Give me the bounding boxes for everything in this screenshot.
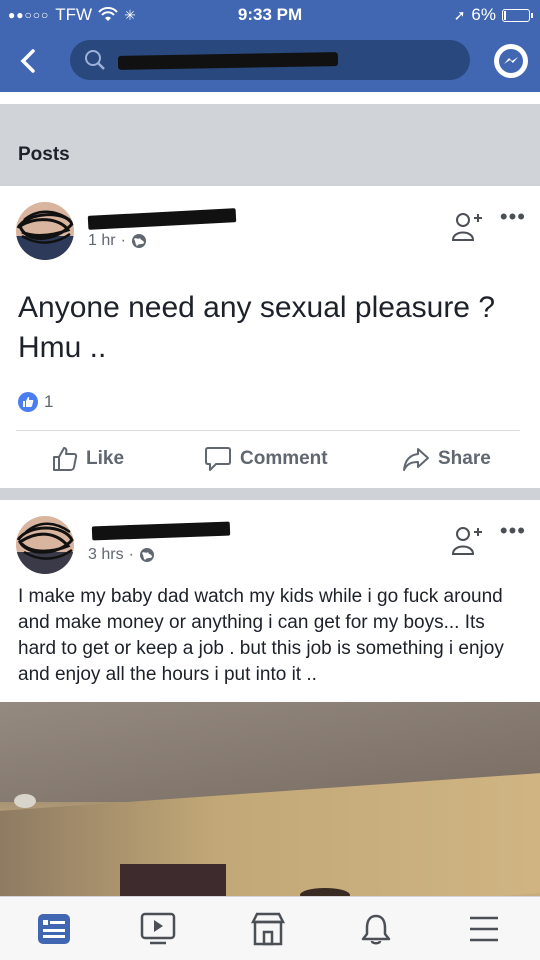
globe-icon bbox=[131, 234, 146, 248]
post-text: Anyone need any sexual pleasure ? Hmu .. bbox=[18, 291, 496, 364]
tab-watch[interactable] bbox=[138, 911, 178, 947]
top-separator bbox=[0, 92, 540, 104]
menu-icon bbox=[470, 916, 498, 942]
nav-bar bbox=[0, 38, 540, 84]
top-bar: ●●○○○ TFW ✳ 9:33 PM ➚ 6% bbox=[0, 0, 540, 92]
divider bbox=[16, 430, 520, 431]
search-text-redacted bbox=[117, 52, 339, 70]
comment-button[interactable]: Comment bbox=[204, 446, 328, 472]
like-label: Like bbox=[86, 448, 125, 469]
watch-icon bbox=[140, 912, 176, 945]
add-friend-icon[interactable] bbox=[452, 524, 482, 558]
post-actions: Like Comment Share bbox=[0, 442, 540, 478]
post-text: I make my baby dad watch my kids while i… bbox=[18, 586, 504, 685]
avatar[interactable] bbox=[16, 202, 74, 260]
post-time: 1 hr bbox=[88, 232, 116, 249]
tab-news-feed[interactable] bbox=[34, 911, 74, 947]
messenger-button[interactable] bbox=[494, 44, 528, 78]
search-icon bbox=[85, 50, 105, 70]
marketplace-icon bbox=[250, 912, 286, 946]
news-feed-icon bbox=[38, 914, 70, 944]
comment-label: Comment bbox=[240, 448, 328, 469]
post-card: 1 hr · ••• Anyone need any sexual pleasu… bbox=[0, 186, 540, 488]
posts-title: Posts bbox=[18, 144, 70, 165]
author-name-redacted[interactable] bbox=[87, 208, 237, 230]
comment-icon bbox=[205, 447, 231, 471]
tab-notifications[interactable] bbox=[356, 911, 396, 947]
share-button[interactable]: Share bbox=[402, 446, 491, 472]
post-card: 3 hrs · ••• I make my baby dad watch my … bbox=[0, 500, 540, 960]
reaction-summary[interactable]: 1 bbox=[18, 392, 53, 412]
more-options-icon[interactable]: ••• bbox=[500, 518, 526, 544]
like-button[interactable]: Like bbox=[52, 446, 124, 472]
posts-section-header: Posts bbox=[0, 104, 540, 184]
more-options-icon[interactable]: ••• bbox=[500, 204, 526, 230]
post-meta: 1 hr · bbox=[88, 232, 147, 250]
avatar[interactable] bbox=[16, 516, 74, 574]
add-friend-icon[interactable] bbox=[452, 210, 482, 244]
thumbs-up-icon bbox=[53, 447, 78, 471]
post-meta: 3 hrs · bbox=[88, 546, 155, 564]
reaction-count: 1 bbox=[44, 392, 54, 411]
status-bar: ●●○○○ TFW ✳ 9:33 PM ➚ 6% bbox=[0, 0, 540, 32]
messenger-icon bbox=[499, 49, 523, 73]
battery-level bbox=[504, 10, 506, 20]
share-icon bbox=[403, 448, 429, 471]
battery-percent: 6% bbox=[471, 5, 496, 24]
tab-marketplace[interactable] bbox=[248, 911, 288, 947]
battery-icon bbox=[502, 8, 533, 22]
share-label: Share bbox=[438, 448, 491, 469]
notifications-icon bbox=[361, 914, 391, 945]
post-photo[interactable] bbox=[0, 702, 540, 898]
globe-icon bbox=[139, 548, 154, 562]
like-reaction-icon bbox=[18, 392, 38, 412]
location-arrow-icon: ➚ bbox=[453, 6, 466, 23]
author-name-redacted[interactable] bbox=[91, 521, 231, 541]
back-button[interactable] bbox=[14, 46, 44, 76]
avatar-scribble bbox=[16, 210, 74, 260]
avatar-scribble bbox=[16, 522, 74, 574]
post-time: 3 hrs bbox=[88, 546, 124, 563]
bottom-nav bbox=[0, 896, 540, 960]
search-input[interactable] bbox=[70, 40, 470, 80]
chevron-left-icon bbox=[20, 49, 35, 73]
tab-menu[interactable] bbox=[464, 911, 504, 947]
